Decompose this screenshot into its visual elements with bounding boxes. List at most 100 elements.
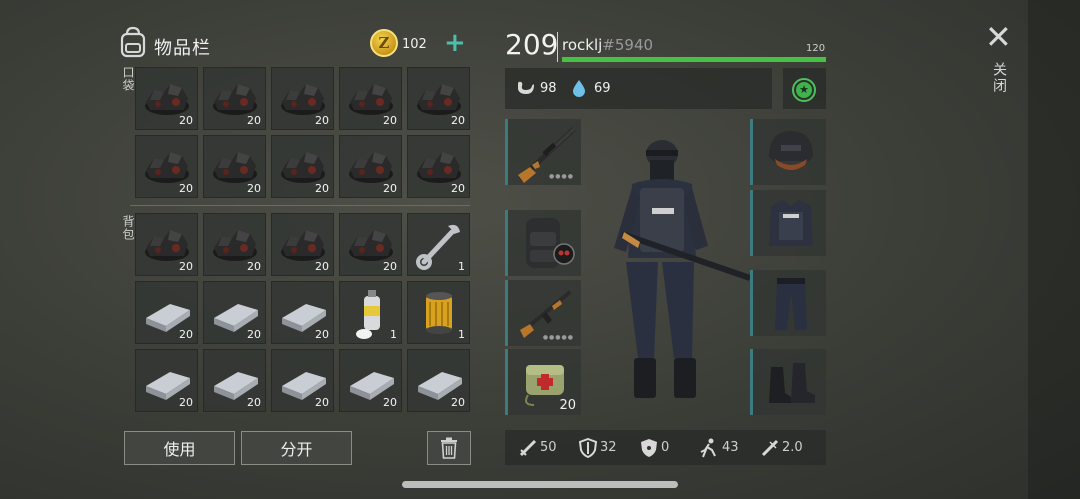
item-count: 20 [179, 396, 193, 409]
item-count: 20 [315, 260, 329, 273]
item-count: 20 [179, 328, 193, 341]
inventory-slot[interactable]: 20 [407, 135, 470, 198]
player-tag: #5940 [602, 36, 654, 54]
item-count: 1 [458, 328, 465, 341]
item-count: 20 [451, 396, 465, 409]
item-count: 20 [383, 260, 397, 273]
player-name-text: rocklj [562, 36, 603, 54]
secondary-weapon-slot[interactable]: ●●●●● [505, 280, 581, 346]
inventory-slot[interactable]: 20 [135, 67, 198, 130]
inventory-slot[interactable]: 1 [339, 281, 402, 344]
trash-icon [441, 437, 457, 459]
close-button[interactable]: ✕ [985, 21, 1012, 53]
inventory-slot[interactable]: 1 [407, 213, 470, 276]
inventory-slot[interactable]: 20 [339, 135, 402, 198]
item-count: 20 [179, 182, 193, 195]
item-count: 1 [390, 328, 397, 341]
item-count: 20 [451, 114, 465, 127]
item-count: 20 [247, 396, 261, 409]
character-model [614, 140, 751, 398]
crit-value: 2.0 [782, 440, 803, 455]
trash-button[interactable] [427, 431, 471, 465]
sword-icon [519, 439, 537, 457]
right-strip [1028, 0, 1080, 499]
backpack-icon [120, 26, 146, 58]
water-drop-icon [573, 80, 585, 97]
hp-max: 120 [806, 43, 826, 54]
inventory-slot[interactable]: 20 [271, 135, 334, 198]
inventory-slot[interactable]: 20 [271, 281, 334, 344]
item-count: 20 [383, 396, 397, 409]
inventory-slot[interactable]: 20 [135, 135, 198, 198]
add-coins-button[interactable]: + [444, 30, 466, 56]
speed-value: 43 [722, 440, 739, 455]
health-bar [562, 57, 826, 62]
item-count: 20 [383, 182, 397, 195]
medkit-count: 20 [559, 398, 576, 413]
item-count: 20 [247, 114, 261, 127]
radiation-shield-icon [641, 439, 657, 457]
tactical-vest-icon [769, 200, 813, 246]
boots-icon [769, 363, 815, 403]
inventory-slot[interactable]: 20 [339, 213, 402, 276]
inventory-slot[interactable]: 20 [203, 213, 266, 276]
split-button[interactable]: 分开 [241, 431, 352, 465]
item-count: 1 [458, 260, 465, 273]
item-count: 20 [383, 114, 397, 127]
inventory-slot[interactable]: 20 [339, 349, 402, 412]
use-button[interactable]: 使用 [124, 431, 235, 465]
item-count: 20 [247, 328, 261, 341]
inventory-slot[interactable]: 1 [407, 281, 470, 344]
pants-slot[interactable] [750, 270, 826, 336]
section-divider [130, 205, 470, 206]
perk-star-icon[interactable]: ★ [792, 78, 816, 102]
inventory-slot[interactable]: 20 [271, 67, 334, 130]
water-value: 69 [594, 81, 611, 96]
inventory-slot[interactable]: 20 [203, 135, 266, 198]
tactical-backpack-icon [526, 218, 575, 268]
item-count: 20 [179, 260, 193, 273]
coin-icon: Z [370, 29, 398, 57]
star-glyph: ★ [796, 82, 812, 98]
header-divider [557, 32, 558, 62]
slot-dots: ●●●●● [542, 334, 574, 341]
item-count: 20 [315, 114, 329, 127]
stomach-icon [518, 81, 534, 94]
inventory-slot[interactable]: 20 [135, 213, 198, 276]
inventory-slot[interactable]: 20 [271, 349, 334, 412]
inventory-slot[interactable]: 20 [135, 349, 198, 412]
attack-value: 50 [540, 440, 557, 455]
pants-icon [775, 278, 807, 330]
inventory-slot[interactable]: 20 [271, 213, 334, 276]
item-count: 20 [247, 182, 261, 195]
player-level: 209 [505, 28, 559, 61]
item-count: 20 [315, 396, 329, 409]
medkit-slot[interactable]: 20 [505, 349, 581, 415]
food-value: 98 [540, 81, 557, 96]
item-count: 20 [315, 182, 329, 195]
radiation-value: 0 [661, 440, 670, 455]
shield-icon [579, 438, 597, 458]
inventory-slot[interactable]: 20 [203, 349, 266, 412]
inventory-slot[interactable]: 20 [339, 67, 402, 130]
primary-weapon-slot[interactable]: ●●●● [505, 119, 581, 185]
item-count: 20 [451, 182, 465, 195]
running-icon [700, 438, 716, 458]
vest-slot[interactable] [750, 190, 826, 256]
close-label[interactable]: 关闭 [989, 62, 1009, 94]
home-indicator [402, 481, 678, 488]
inventory-slot[interactable]: 20 [203, 281, 266, 344]
inventory-slot[interactable]: 20 [203, 67, 266, 130]
armor-value: 32 [600, 440, 617, 455]
item-count: 20 [247, 260, 261, 273]
boots-slot[interactable] [750, 349, 826, 415]
inventory-slot[interactable]: 20 [407, 67, 470, 130]
inventory-title: 物品栏 [154, 38, 211, 59]
inventory-slot[interactable]: 20 [135, 281, 198, 344]
player-name: rocklj#5940 [562, 36, 653, 54]
item-count: 20 [179, 114, 193, 127]
helmet-slot[interactable] [750, 119, 826, 185]
inventory-slot[interactable]: 20 [407, 349, 470, 412]
slot-dots: ●●●● [549, 173, 574, 180]
backpack-slot[interactable] [505, 210, 581, 276]
